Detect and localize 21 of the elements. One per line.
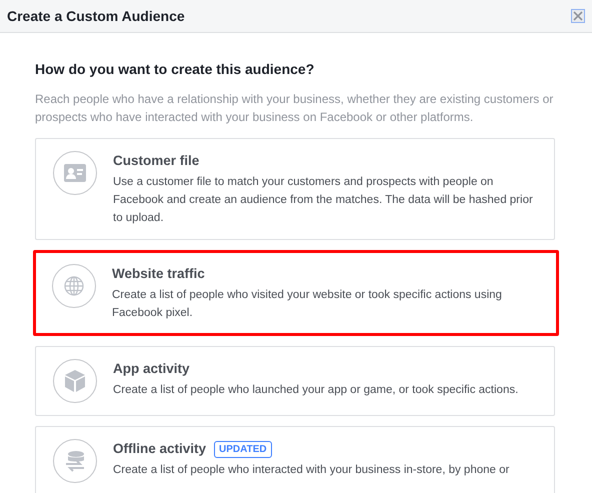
option-title: App activity [113,360,190,378]
cube-icon [65,370,85,392]
option-description: Create a list of people who interacted with your business in-store, by phone or [113,463,510,478]
option-title: Customer file [113,152,200,170]
option-card[interactable]: Website traffic Create a list of people who visited your website or took specific actions using Facebook pixel. [33,250,559,336]
updated-badge: UPDATED [214,440,272,458]
option-description: Create a list of people who visited your website or took specific actions using Facebook pixel. [112,288,503,321]
close-icon[interactable] [571,9,585,23]
option-card[interactable]: App activity Create a list of people who launched your app or game, or took specific actions. [35,346,555,416]
option-title: Website traffic [112,265,205,283]
option-description: Use a customer file to match your customers and prospects with people on Facebook and create an audience from the matches. The data will be hashed prior to upload. [113,175,534,226]
contact-card-icon [64,164,86,182]
intro-text: Reach people who have a relationship with your business, whether they are existing customers or prospects who have interacted with your business on Facebook or other platforms. [35,91,554,126]
window-title: Create a Custom Audience [7,8,185,24]
option-card[interactable]: Offline activity UPDATED Create a list of people who interacted with your business in-store, by phone or [35,426,555,493]
dialog-heading: How do you want to create this audience? [35,61,316,77]
option-title: Offline activity [113,440,206,458]
database-sync-icon [64,450,86,472]
option-card[interactable]: Customer file Use a customer file to match your customers and prospects with people on Facebook and create an audience from the matches. The data will be hashed prior to upload. [35,138,555,240]
option-description: Create a list of people who launched your app or game, or took specific actions. [113,383,518,398]
globe-icon [64,276,84,296]
